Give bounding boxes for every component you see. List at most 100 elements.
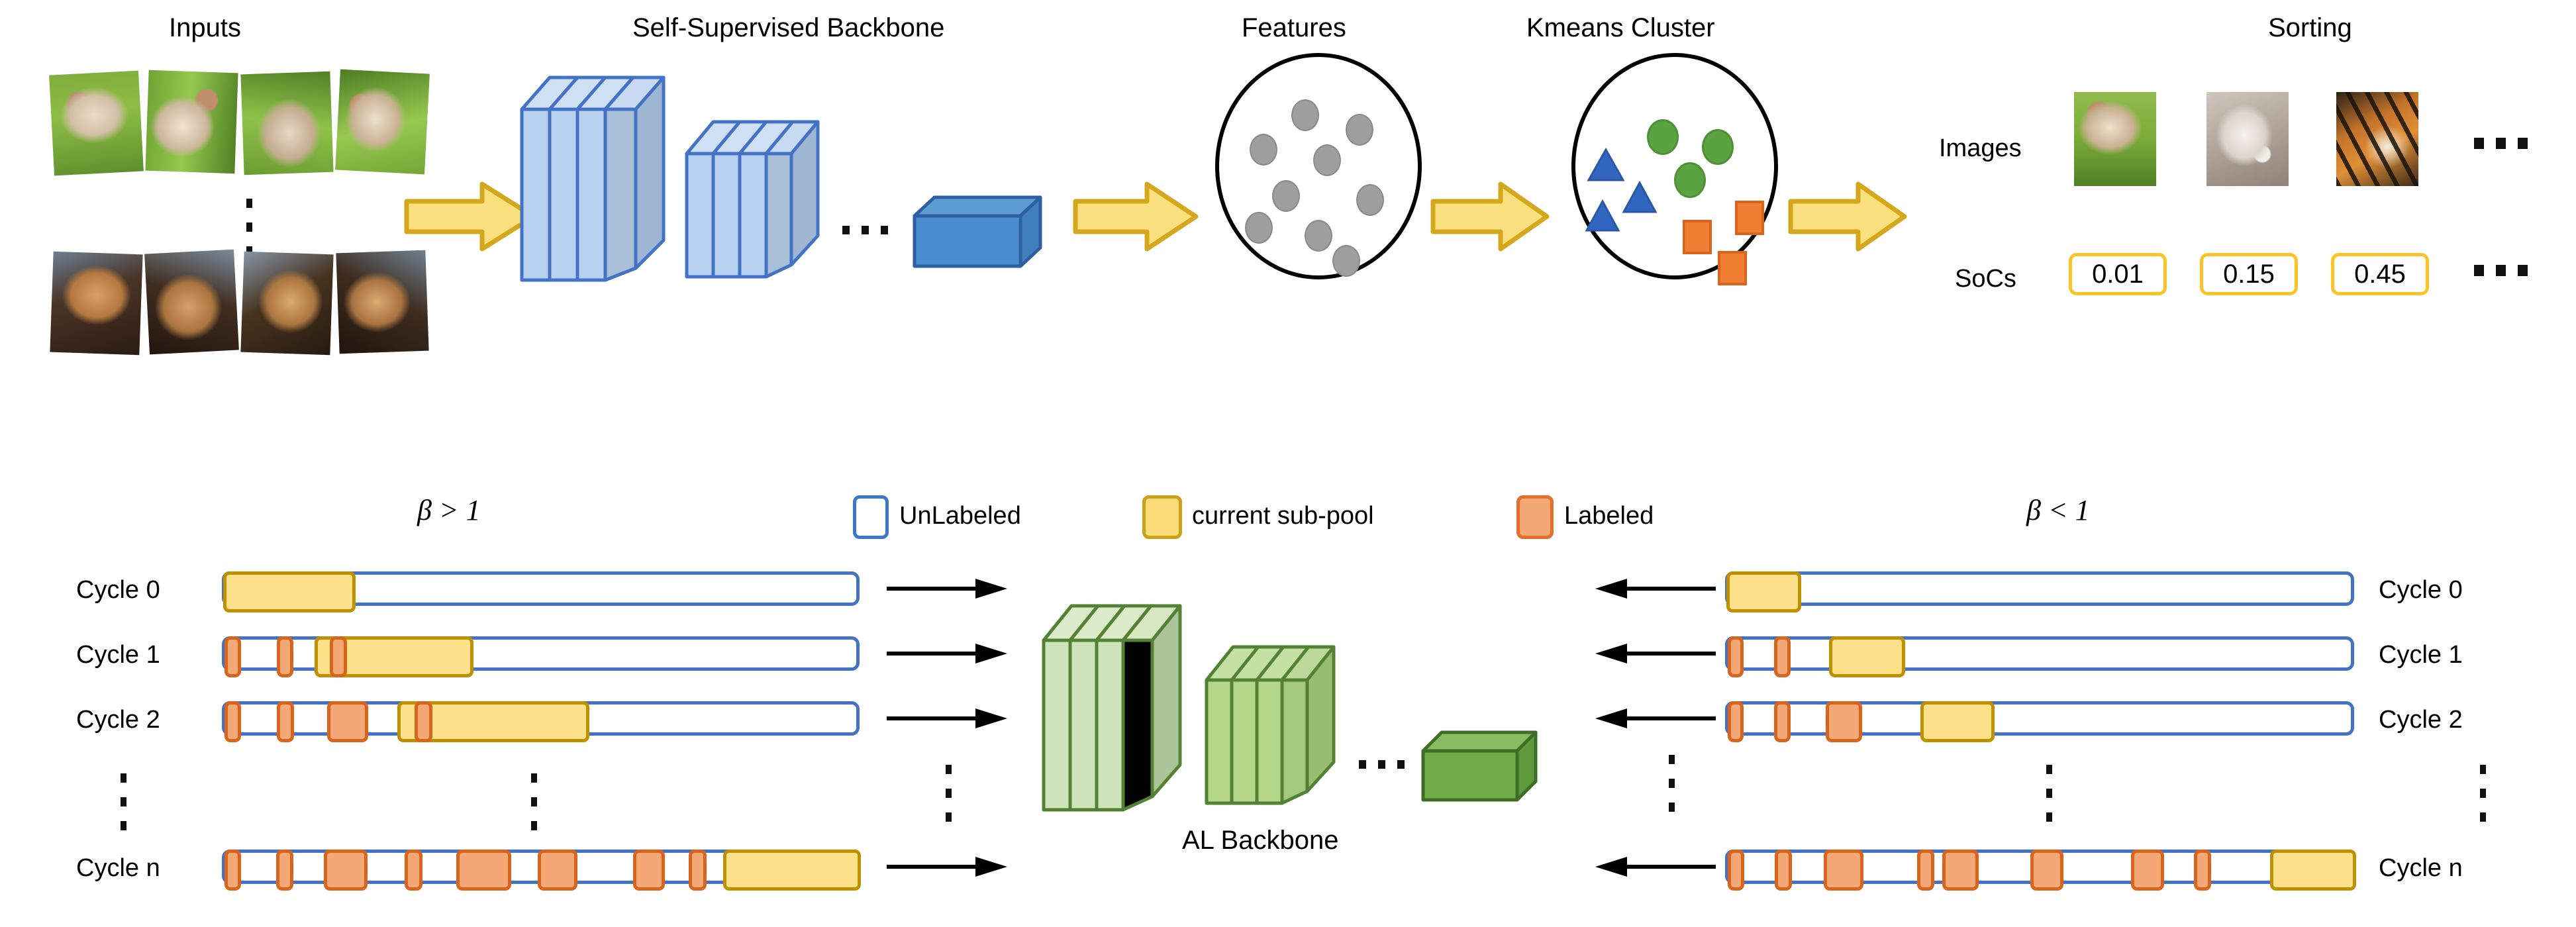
feature-point <box>1250 134 1277 166</box>
legend-label-current-subpool: current sub-pool <box>1192 502 1374 530</box>
segment-labeled <box>224 636 241 677</box>
input-image <box>240 251 334 356</box>
left-pool-bar-cycle-n <box>222 850 861 891</box>
segment-labeled <box>1826 701 1862 742</box>
cluster-point-orange <box>1735 201 1764 235</box>
segment-labeled <box>324 850 368 891</box>
cluster-point-blue <box>1585 199 1620 232</box>
segment-current-subpool <box>223 571 356 612</box>
al-backbone-title: AL Backbone <box>1182 826 1339 855</box>
feature-point <box>1245 212 1273 244</box>
segment-labeled <box>538 850 577 891</box>
cluster-point-green <box>1674 162 1706 198</box>
input-image <box>240 71 334 175</box>
segment-labeled <box>689 850 707 891</box>
segment-current-subpool <box>1726 571 1801 612</box>
segment-current-subpool <box>1920 701 1995 742</box>
soc-values-ellipsis-icon <box>2474 265 2528 276</box>
right-condition-label: β < 1 <box>2026 494 2090 526</box>
al-backbone-ellipsis-icon <box>1359 760 1405 769</box>
segment-labeled <box>1942 850 1979 891</box>
feature-point <box>1332 245 1360 277</box>
right-row-label-cycle-1: Cycle 1 <box>2379 641 2463 669</box>
right-row-label-cycle-2: Cycle 2 <box>2379 706 2463 734</box>
stage-title-kmeans: Kmeans Cluster <box>1526 13 1715 42</box>
segment-labeled <box>277 636 293 677</box>
pipeline-arrow-icon <box>1073 181 1199 252</box>
stage-title-sorting: Sorting <box>2268 13 2352 42</box>
soc-value-box: 0.45 <box>2331 253 2429 295</box>
sorted-image <box>2074 92 2156 186</box>
right-pool-bar-cycle-0 <box>1725 571 2354 612</box>
segment-current-subpool <box>2270 850 2356 891</box>
segment-labeled <box>330 636 347 677</box>
legend-swatch-current-subpool <box>1142 495 1182 539</box>
left-pool-bar-cycle-0 <box>222 571 860 612</box>
segment-labeled <box>1728 850 1744 891</box>
segment-labeled <box>1917 850 1934 891</box>
pipeline-arrow-icon <box>1788 181 1907 252</box>
segment-labeled <box>1728 636 1744 677</box>
inputs-vertical-ellipsis-icon <box>246 199 252 256</box>
segment-labeled <box>1774 701 1791 742</box>
right-pool-bar-cycle-2 <box>1725 701 2354 742</box>
segment-current-subpool <box>723 850 861 891</box>
segment-labeled <box>1824 850 1863 891</box>
segment-labeled <box>276 850 293 891</box>
legend-label-labeled: Labeled <box>1564 502 1654 530</box>
stage-title-features: Features <box>1242 13 1346 42</box>
pipeline-arrow-icon <box>1430 181 1550 252</box>
right-flow-arrow-icon <box>1595 857 1716 877</box>
segment-labeled <box>456 850 511 891</box>
right-label-column-ellipsis-icon <box>2480 765 2486 822</box>
feature-point <box>1356 184 1384 216</box>
cluster-point-orange <box>1683 220 1712 254</box>
input-image <box>50 251 143 356</box>
segment-labeled <box>405 850 422 891</box>
feature-point <box>1313 144 1341 176</box>
soc-value-box: 0.01 <box>2069 253 2167 295</box>
left-flow-arrow-icon <box>887 579 1007 599</box>
segment-labeled <box>1775 850 1792 891</box>
left-flow-arrow-icon <box>887 644 1007 663</box>
left-row-label-cycle-1: Cycle 1 <box>76 641 160 669</box>
feature-point <box>1272 180 1300 212</box>
feature-point <box>1291 99 1319 131</box>
stage-title-inputs: Inputs <box>169 13 241 42</box>
backbone-ellipsis-icon <box>842 226 888 234</box>
segment-labeled <box>2030 850 2063 891</box>
left-pool-bar-cycle-2 <box>222 701 860 742</box>
cluster-point-green <box>1647 119 1679 155</box>
input-image <box>145 70 238 174</box>
cluster-point-blue <box>1622 180 1658 213</box>
right-row-label-cycle-0: Cycle 0 <box>2379 576 2463 604</box>
ssl-backbone-output-block <box>913 195 1042 268</box>
input-image <box>336 250 429 354</box>
left-row-label-cycle-n: Cycle n <box>76 854 160 882</box>
soc-value-box: 0.15 <box>2200 253 2298 295</box>
right-pool-bar-cycle-1 <box>1725 636 2354 677</box>
left-bar-column-ellipsis-icon <box>531 773 537 830</box>
left-row-label-cycle-0: Cycle 0 <box>76 576 160 604</box>
stage-title-backbone: Self-Supervised Backbone <box>632 13 945 42</box>
legend-label-unlabeled: UnLabeled <box>899 502 1021 530</box>
right-flow-arrow-icon <box>1595 708 1716 728</box>
left-row-label-cycle-2: Cycle 2 <box>76 706 160 734</box>
left-condition-label: β > 1 <box>417 494 481 526</box>
al-backbone-output-block <box>1421 730 1538 802</box>
ssl-backbone-layer-group-2 <box>685 120 820 279</box>
right-flow-arrow-icon <box>1595 644 1716 663</box>
right-bar-column-ellipsis-icon <box>2046 765 2052 822</box>
input-image <box>335 69 430 175</box>
segment-labeled <box>277 701 294 742</box>
segment-labeled <box>2194 850 2211 891</box>
segment-labeled <box>2131 850 2164 891</box>
input-image <box>49 70 144 176</box>
right-arrow-column-ellipsis-icon <box>1669 755 1675 812</box>
segment-labeled <box>327 701 368 742</box>
cluster-point-green <box>1702 129 1734 165</box>
left-pool-bar-cycle-1 <box>222 636 860 677</box>
sorted-image <box>2336 92 2418 186</box>
cluster-point-orange <box>1718 251 1747 285</box>
legend-swatch-labeled <box>1516 495 1554 539</box>
